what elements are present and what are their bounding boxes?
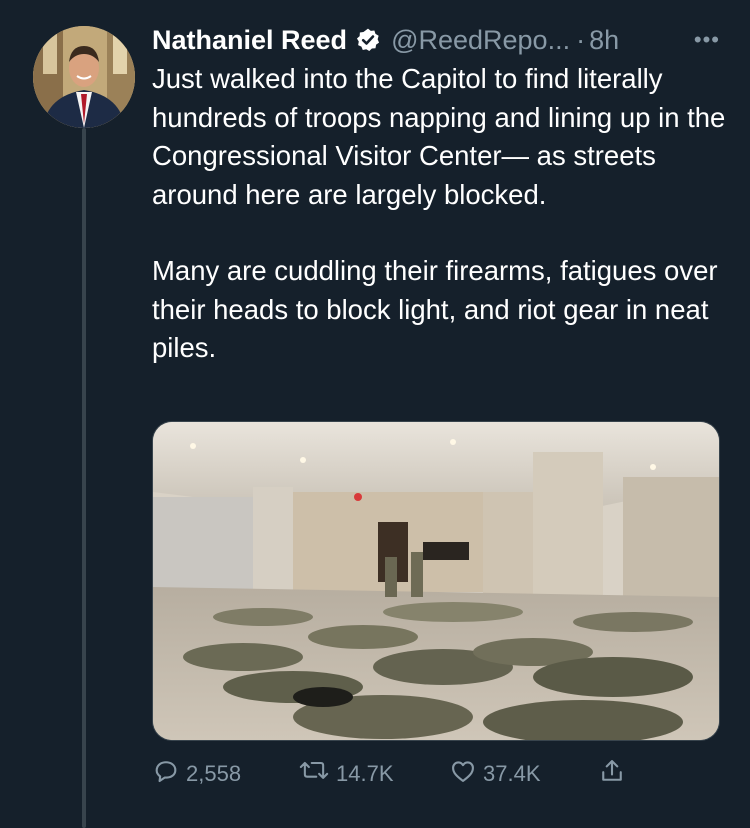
heart-icon [449, 757, 477, 791]
tweet-header: Nathaniel Reed @ReedRepo... · 8h ••• [152, 22, 732, 58]
tweet-body: Just walked into the Capitol to find lit… [152, 60, 732, 368]
reply-count: 2,558 [186, 761, 242, 786]
author-name[interactable]: Nathaniel Reed [152, 22, 347, 58]
tweet-timestamp[interactable]: 8h [589, 22, 619, 58]
header-separator: · [576, 25, 586, 55]
retweet-button[interactable]: 14.7K [298, 754, 394, 794]
reply-button[interactable]: 2,558 [152, 754, 241, 794]
thread-connector-line [82, 128, 86, 828]
retweet-count: 14.7K [336, 761, 394, 786]
author-handle[interactable]: @ReedRepo... [391, 22, 570, 58]
reply-bubble-icon [152, 757, 180, 791]
tweet-photo[interactable] [152, 421, 720, 741]
more-dots-icon[interactable]: ••• [694, 22, 720, 58]
retweet-arrows-icon [298, 757, 330, 791]
tweet-paragraph: Just walked into the Capitol to find lit… [152, 63, 726, 210]
author-avatar[interactable] [33, 26, 135, 128]
tweet-actions: 2,558 14.7K 37.4K [152, 754, 732, 794]
share-button[interactable] [598, 754, 626, 794]
tweet-paragraph: Many are cuddling their firearms, fatigu… [152, 255, 718, 363]
like-button[interactable]: 37.4K [449, 754, 541, 794]
like-count: 37.4K [483, 761, 541, 786]
share-upload-icon [598, 757, 626, 791]
verified-badge-icon [355, 27, 381, 53]
